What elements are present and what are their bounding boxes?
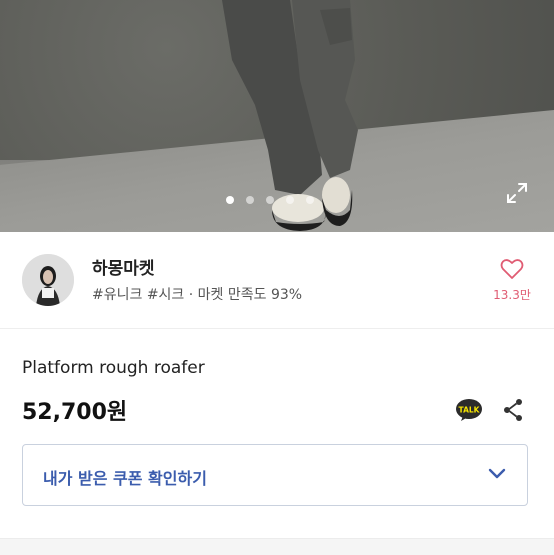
gallery-dot[interactable]	[266, 196, 274, 204]
gallery-dot[interactable]	[286, 196, 294, 204]
product-title: Platform rough roafer	[22, 358, 205, 378]
product-image[interactable]	[0, 0, 554, 232]
expand-icon[interactable]	[505, 181, 529, 205]
share-icon[interactable]	[502, 398, 524, 422]
like-count: 13.3만	[493, 288, 531, 302]
gallery-dot[interactable]	[246, 196, 254, 204]
seller-section[interactable]: 하몽마켓 #유니크 #시크 · 마켓 만족도 93% 13.3만	[0, 232, 554, 329]
coupon-dropdown[interactable]: 내가 받은 쿠폰 확인하기	[22, 444, 528, 506]
svg-text:TALK: TALK	[459, 406, 481, 415]
product-price: 52,700원	[22, 400, 128, 425]
like-button[interactable]: 13.3만	[490, 258, 534, 303]
coupon-label: 내가 받은 쿠폰 확인하기	[43, 469, 207, 488]
kakaotalk-icon[interactable]: TALK	[455, 398, 483, 422]
seller-tags: #유니크 #시크 · 마켓 만족도 93%	[92, 287, 303, 303]
gallery-dot[interactable]	[306, 196, 314, 204]
gallery-pagination	[226, 196, 314, 204]
seller-name[interactable]: 하몽마켓	[92, 254, 155, 279]
chevron-down-icon[interactable]	[487, 467, 507, 481]
avatar[interactable]	[22, 254, 74, 306]
heart-icon[interactable]	[500, 258, 524, 280]
gallery-dot-active[interactable]	[226, 196, 234, 204]
section-divider	[0, 538, 554, 555]
